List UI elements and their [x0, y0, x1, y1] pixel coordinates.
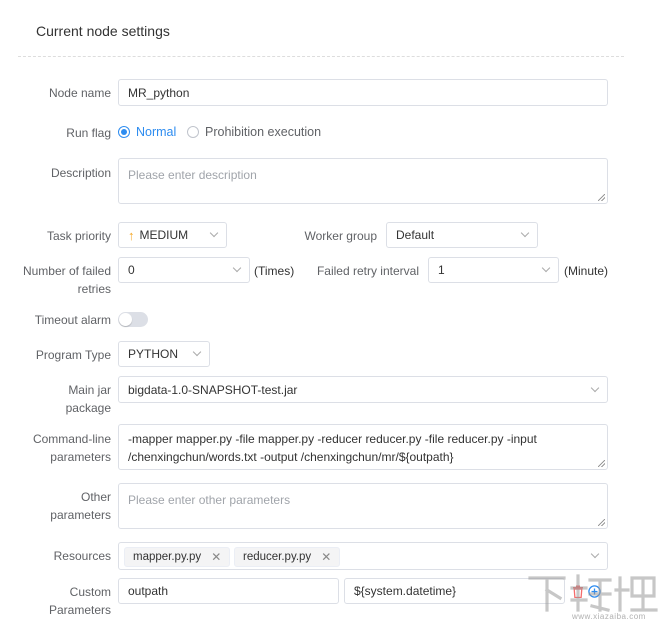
retry-interval-label: Failed retry interval	[316, 264, 419, 278]
retry-interval-select[interactable]: 1	[428, 257, 559, 283]
failed-retries-select[interactable]: 0	[118, 257, 250, 283]
cmd-params-line2: /chenxingchun/words.txt -output /chenxin…	[128, 450, 454, 464]
failed-retries-label-line2: retries	[77, 282, 111, 296]
cmd-params-label-line2: parameters	[50, 450, 111, 464]
node-name-value: MR_python	[128, 85, 190, 100]
radio-dot	[187, 126, 199, 138]
main-jar-label-line1: Main jar	[68, 383, 111, 397]
cmd-params-line1: -mapper mapper.py -file mapper.py -reduc…	[128, 432, 537, 446]
watermark-logo	[528, 574, 658, 612]
failed-retries-label-line1: Number of failed	[22, 264, 111, 278]
header-divider	[18, 56, 624, 57]
timeout-alarm-toggle[interactable]	[118, 312, 148, 327]
close-icon[interactable]: ✕	[321, 550, 331, 564]
program-type-value: PYTHON	[128, 347, 179, 361]
resources-label: Resources	[53, 549, 111, 563]
worker-group-value: Default	[396, 228, 435, 242]
chevron-down-icon	[192, 347, 202, 357]
cmd-params-label-line1: Command-line	[32, 432, 111, 446]
worker-group-label: Worker group	[304, 229, 377, 243]
watermark-site: www.xiazaiba.com	[572, 612, 646, 621]
resource-tag-label: mapper.py.py	[133, 551, 202, 563]
retry-interval-unit: (Minute)	[564, 264, 609, 278]
run-flag-prohibition-radio[interactable]: Prohibition execution	[187, 125, 321, 139]
chevron-down-icon	[590, 549, 600, 559]
main-jar-label: Main jar package	[10, 381, 111, 417]
arrow-up-icon: ↑	[128, 227, 135, 243]
radio-prohibition-label: Prohibition execution	[205, 125, 322, 139]
cmd-params-textarea[interactable]: -mapper mapper.py -file mapper.py -reduc…	[118, 424, 608, 470]
timeout-alarm-label: Timeout alarm	[34, 313, 111, 327]
page-title: Current node settings	[36, 23, 170, 39]
task-priority-value: MEDIUM	[139, 228, 189, 242]
program-type-select[interactable]: PYTHON	[118, 341, 210, 367]
radio-dot-selected	[118, 126, 130, 138]
other-params-label: Other parameters	[10, 488, 111, 524]
resize-handle[interactable]	[598, 194, 605, 201]
other-params-placeholder: Please enter other parameters	[128, 493, 291, 507]
chevron-down-icon	[209, 228, 219, 238]
task-priority-label: Task priority	[46, 229, 111, 243]
resource-tag: reducer.py.py ✕	[234, 547, 341, 567]
other-params-textarea[interactable]: Please enter other parameters	[118, 483, 608, 529]
run-flag-label: Run flag	[66, 126, 111, 140]
custom-params-label-line2: Parameters	[48, 603, 111, 617]
custom-params-label: Custom Parameters	[10, 583, 111, 619]
main-jar-label-line2: package	[65, 401, 111, 415]
resize-handle[interactable]	[598, 460, 605, 467]
retry-interval-value: 1	[438, 263, 445, 277]
chevron-down-icon	[541, 263, 551, 273]
resource-tag: mapper.py.py ✕	[124, 547, 231, 567]
radio-normal-label: Normal	[136, 125, 177, 139]
chevron-down-icon	[590, 383, 600, 392]
chevron-down-icon	[232, 263, 242, 273]
toggle-knob	[119, 313, 132, 326]
resource-tag-label: reducer.py.py	[243, 551, 312, 563]
custom-params-label-line1: Custom	[69, 585, 111, 599]
failed-retries-value: 0	[128, 263, 135, 277]
cmd-params-label: Command-line parameters	[10, 430, 111, 466]
description-textarea[interactable]: Please enter description	[118, 158, 608, 204]
main-jar-value: bigdata-1.0-SNAPSHOT-test.jar	[128, 382, 298, 397]
custom-param-value: ${system.datetime}	[354, 584, 457, 598]
failed-retries-unit: (Times)	[254, 264, 295, 278]
program-type-label: Program Type	[35, 348, 111, 362]
chevron-down-icon	[520, 228, 530, 238]
custom-param-prop-input[interactable]: outpath	[118, 578, 339, 604]
other-params-label-line2: parameters	[50, 508, 111, 522]
description-label: Description	[50, 166, 111, 180]
description-placeholder: Please enter description	[128, 168, 257, 182]
node-name-label: Node name	[48, 86, 111, 100]
task-priority-select[interactable]: ↑ MEDIUM	[118, 222, 227, 248]
node-name-input[interactable]: MR_python	[118, 79, 608, 106]
close-icon[interactable]: ✕	[211, 550, 221, 564]
other-params-label-line1: Other	[80, 490, 111, 504]
main-jar-select[interactable]: bigdata-1.0-SNAPSHOT-test.jar	[118, 376, 608, 403]
resize-handle[interactable]	[598, 519, 605, 526]
failed-retries-label: Number of failed retries	[10, 262, 111, 298]
worker-group-select[interactable]: Default	[386, 222, 538, 248]
custom-param-prop-value: outpath	[128, 584, 169, 598]
run-flag-normal-radio[interactable]: Normal	[118, 125, 176, 139]
